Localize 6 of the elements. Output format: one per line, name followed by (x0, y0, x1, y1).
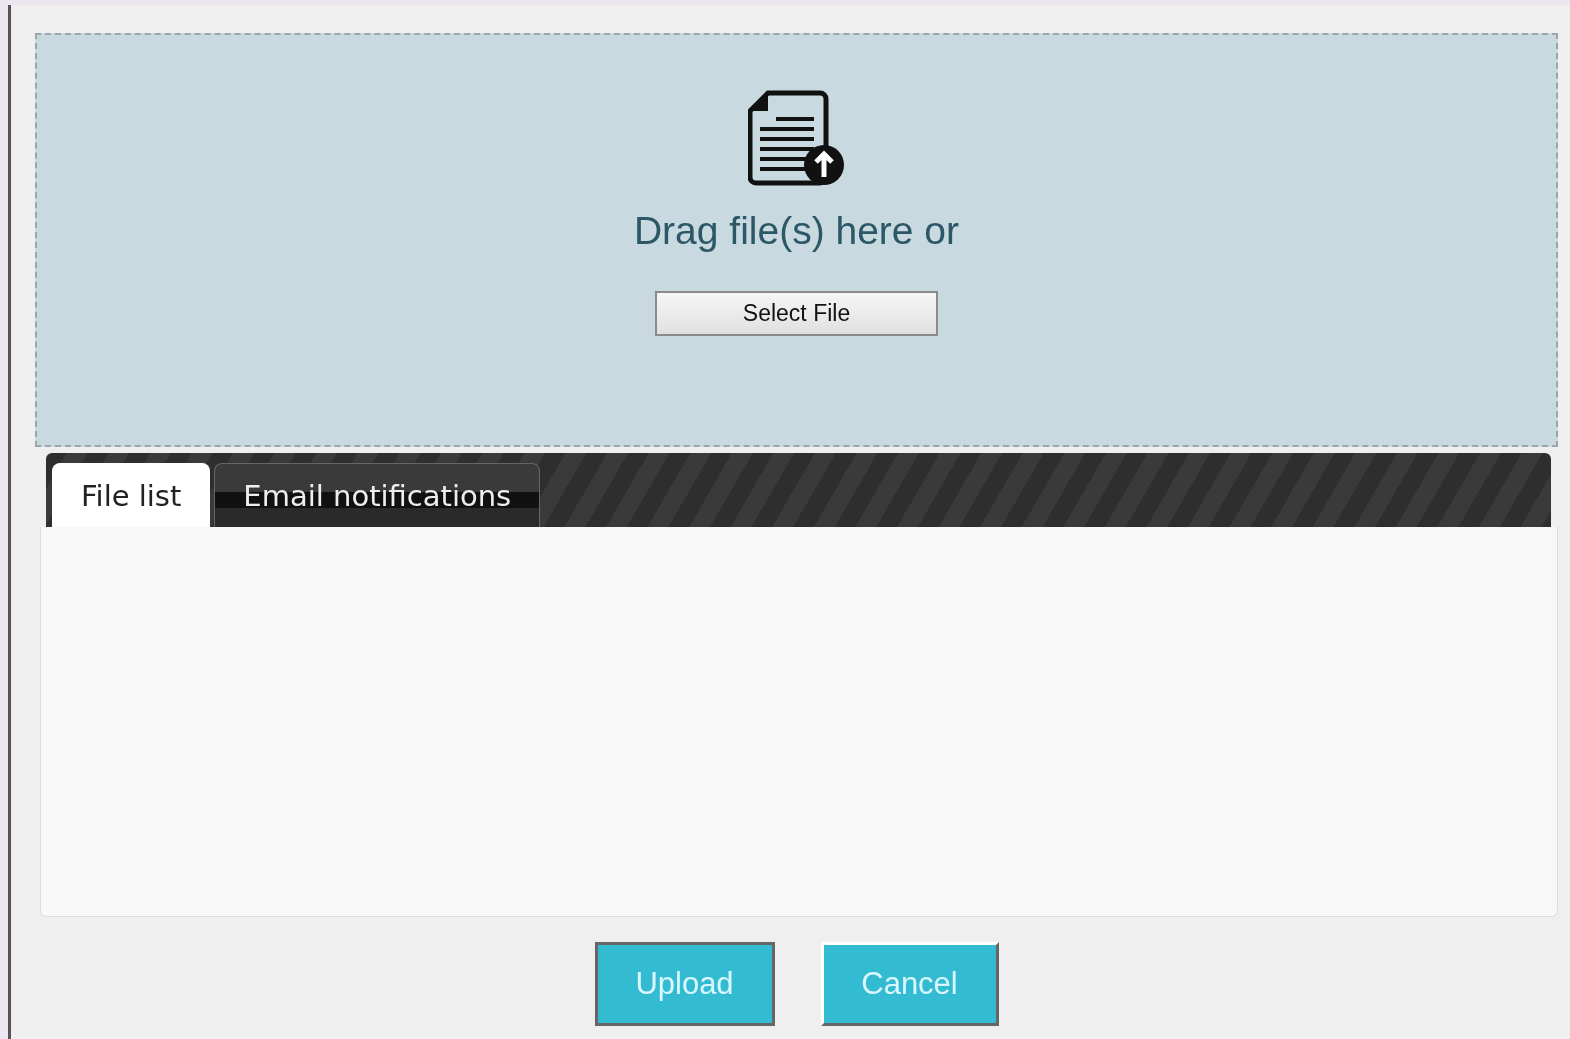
tab[interactable]: File list (52, 463, 211, 527)
drop-zone[interactable]: Drag file(s) here or Select File (35, 33, 1558, 447)
file-upload-icon (748, 89, 845, 187)
drop-prompt: Drag file(s) here or (633, 209, 960, 253)
select-file-button[interactable]: Select File (655, 291, 938, 336)
tab[interactable]: Email notifications (214, 463, 541, 527)
